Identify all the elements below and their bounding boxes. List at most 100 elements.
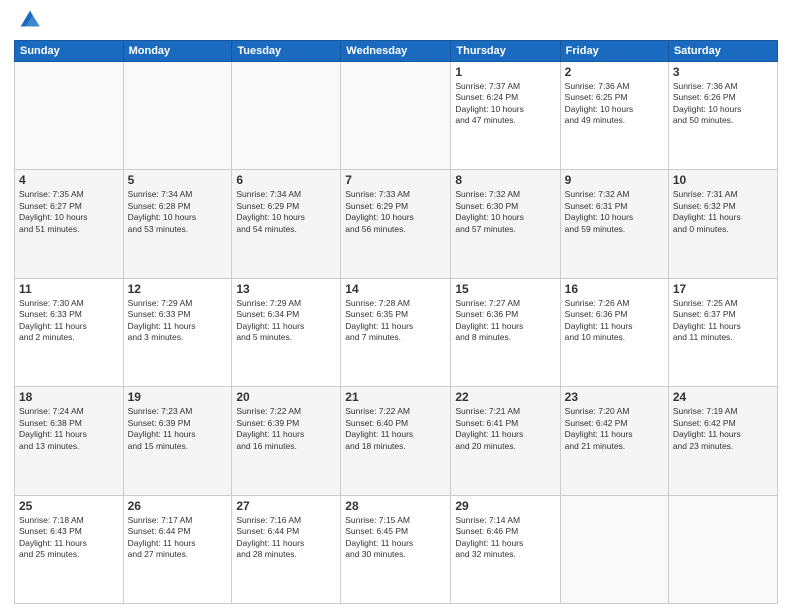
- weekday-header-wednesday: Wednesday: [341, 41, 451, 62]
- logo-area: [14, 10, 44, 34]
- week-row-1: 1Sunrise: 7:37 AM Sunset: 6:24 PM Daylig…: [15, 62, 778, 170]
- day-number: 20: [236, 390, 336, 404]
- calendar-cell: 29 Sunrise: 7:14 AM Sunset: 6:46 PM Dayli…: [451, 495, 560, 603]
- day-number: 14: [345, 282, 446, 296]
- weekday-header-monday: Monday: [123, 41, 232, 62]
- day-number: 2: [565, 65, 664, 79]
- calendar-cell: 2 Sunrise: 7:36 AM Sunset: 6:25 PM Daylig…: [560, 62, 668, 170]
- calendar-cell: 8 Sunrise: 7:32 AM Sunset: 6:30 PM Daylig…: [451, 170, 560, 278]
- calendar-cell: 5 Sunrise: 7:34 AM Sunset: 6:28 PM Daylig…: [123, 170, 232, 278]
- day-info: Sunrise: 7:24 AM Sunset: 6:38 PM Dayligh…: [19, 406, 119, 452]
- day-number: 27: [236, 499, 336, 513]
- week-row-5: 25 Sunrise: 7:18 AM Sunset: 6:43 PM Dayli…: [15, 495, 778, 603]
- day-info: Sunrise: 7:14 AM Sunset: 6:46 PM Dayligh…: [455, 515, 555, 561]
- day-info: Sunrise: 7:34 AM Sunset: 6:28 PM Dayligh…: [128, 189, 228, 235]
- calendar-cell: 4 Sunrise: 7:35 AM Sunset: 6:27 PM Daylig…: [15, 170, 124, 278]
- day-number: 17: [673, 282, 773, 296]
- calendar-cell: 6 Sunrise: 7:34 AM Sunset: 6:29 PM Daylig…: [232, 170, 341, 278]
- day-number: 6: [236, 173, 336, 187]
- day-info: Sunrise: 7:17 AM Sunset: 6:44 PM Dayligh…: [128, 515, 228, 561]
- day-info: Sunrise: 7:32 AM Sunset: 6:30 PM Dayligh…: [455, 189, 555, 235]
- day-info: Sunrise: 7:22 AM Sunset: 6:39 PM Dayligh…: [236, 406, 336, 452]
- weekday-header-friday: Friday: [560, 41, 668, 62]
- day-number: 9: [565, 173, 664, 187]
- day-info: Sunrise: 7:29 AM Sunset: 6:33 PM Dayligh…: [128, 298, 228, 344]
- day-number: 16: [565, 282, 664, 296]
- day-info: Sunrise: 7:30 AM Sunset: 6:33 PM Dayligh…: [19, 298, 119, 344]
- calendar-cell: 15 Sunrise: 7:27 AM Sunset: 6:36 PM Dayli…: [451, 278, 560, 386]
- calendar-cell: 25 Sunrise: 7:18 AM Sunset: 6:43 PM Dayli…: [15, 495, 124, 603]
- day-info: Sunrise: 7:36 AM Sunset: 6:26 PM Dayligh…: [673, 81, 773, 127]
- day-info: Sunrise: 7:27 AM Sunset: 6:36 PM Dayligh…: [455, 298, 555, 344]
- calendar-cell: [341, 62, 451, 170]
- calendar-cell: 7 Sunrise: 7:33 AM Sunset: 6:29 PM Daylig…: [341, 170, 451, 278]
- day-number: 24: [673, 390, 773, 404]
- calendar-cell: 18 Sunrise: 7:24 AM Sunset: 6:38 PM Dayli…: [15, 387, 124, 495]
- day-info: Sunrise: 7:32 AM Sunset: 6:31 PM Dayligh…: [565, 189, 664, 235]
- day-number: 25: [19, 499, 119, 513]
- header: [14, 10, 778, 34]
- day-info: Sunrise: 7:26 AM Sunset: 6:36 PM Dayligh…: [565, 298, 664, 344]
- logo-icon: [16, 6, 44, 34]
- day-number: 11: [19, 282, 119, 296]
- calendar-cell: 14 Sunrise: 7:28 AM Sunset: 6:35 PM Dayli…: [341, 278, 451, 386]
- day-info: Sunrise: 7:25 AM Sunset: 6:37 PM Dayligh…: [673, 298, 773, 344]
- day-number: 8: [455, 173, 555, 187]
- day-number: 18: [19, 390, 119, 404]
- calendar-cell: 12 Sunrise: 7:29 AM Sunset: 6:33 PM Dayli…: [123, 278, 232, 386]
- calendar-cell: 23Sunrise: 7:20 AM Sunset: 6:42 PM Dayli…: [560, 387, 668, 495]
- day-info: Sunrise: 7:18 AM Sunset: 6:43 PM Dayligh…: [19, 515, 119, 561]
- day-number: 4: [19, 173, 119, 187]
- day-info: Sunrise: 7:21 AM Sunset: 6:41 PM Dayligh…: [455, 406, 555, 452]
- week-row-3: 11 Sunrise: 7:30 AM Sunset: 6:33 PM Dayli…: [15, 278, 778, 386]
- day-number: 13: [236, 282, 336, 296]
- calendar-cell: 21 Sunrise: 7:22 AM Sunset: 6:40 PM Dayli…: [341, 387, 451, 495]
- day-info: Sunrise: 7:15 AM Sunset: 6:45 PM Dayligh…: [345, 515, 446, 561]
- day-number: 15: [455, 282, 555, 296]
- day-number: 21: [345, 390, 446, 404]
- weekday-header-row: SundayMondayTuesdayWednesdayThursdayFrid…: [15, 41, 778, 62]
- day-info: Sunrise: 7:36 AM Sunset: 6:25 PM Dayligh…: [565, 81, 664, 127]
- calendar-cell: 17 Sunrise: 7:25 AM Sunset: 6:37 PM Dayli…: [668, 278, 777, 386]
- day-number: 29: [455, 499, 555, 513]
- week-row-4: 18 Sunrise: 7:24 AM Sunset: 6:38 PM Dayli…: [15, 387, 778, 495]
- day-number: 3: [673, 65, 773, 79]
- day-info: Sunrise: 7:35 AM Sunset: 6:27 PM Dayligh…: [19, 189, 119, 235]
- day-number: 7: [345, 173, 446, 187]
- day-number: 28: [345, 499, 446, 513]
- day-number: 5: [128, 173, 228, 187]
- calendar-cell: 13 Sunrise: 7:29 AM Sunset: 6:34 PM Dayli…: [232, 278, 341, 386]
- day-info: Sunrise: 7:22 AM Sunset: 6:40 PM Dayligh…: [345, 406, 446, 452]
- calendar-cell: 19Sunrise: 7:23 AM Sunset: 6:39 PM Dayli…: [123, 387, 232, 495]
- calendar-cell: 24Sunrise: 7:19 AM Sunset: 6:42 PM Dayli…: [668, 387, 777, 495]
- calendar-cell: [123, 62, 232, 170]
- day-number: 19: [128, 390, 228, 404]
- day-info: Sunrise: 7:29 AM Sunset: 6:34 PM Dayligh…: [236, 298, 336, 344]
- day-info: Sunrise: 7:33 AM Sunset: 6:29 PM Dayligh…: [345, 189, 446, 235]
- weekday-header-tuesday: Tuesday: [232, 41, 341, 62]
- calendar-cell: 28 Sunrise: 7:15 AM Sunset: 6:45 PM Dayli…: [341, 495, 451, 603]
- calendar-cell: 10Sunrise: 7:31 AM Sunset: 6:32 PM Dayli…: [668, 170, 777, 278]
- day-number: 26: [128, 499, 228, 513]
- weekday-header-sunday: Sunday: [15, 41, 124, 62]
- calendar-cell: [668, 495, 777, 603]
- calendar-cell: [15, 62, 124, 170]
- day-number: 23: [565, 390, 664, 404]
- day-info: Sunrise: 7:37 AM Sunset: 6:24 PM Dayligh…: [455, 81, 555, 127]
- day-number: 12: [128, 282, 228, 296]
- calendar-cell: 26 Sunrise: 7:17 AM Sunset: 6:44 PM Dayli…: [123, 495, 232, 603]
- calendar-page: SundayMondayTuesdayWednesdayThursdayFrid…: [0, 0, 792, 612]
- calendar-cell: 16 Sunrise: 7:26 AM Sunset: 6:36 PM Dayli…: [560, 278, 668, 386]
- day-number: 10: [673, 173, 773, 187]
- weekday-header-thursday: Thursday: [451, 41, 560, 62]
- calendar-cell: 11 Sunrise: 7:30 AM Sunset: 6:33 PM Dayli…: [15, 278, 124, 386]
- weekday-header-saturday: Saturday: [668, 41, 777, 62]
- week-row-2: 4 Sunrise: 7:35 AM Sunset: 6:27 PM Daylig…: [15, 170, 778, 278]
- calendar-cell: 27Sunrise: 7:16 AM Sunset: 6:44 PM Dayli…: [232, 495, 341, 603]
- calendar-cell: 20 Sunrise: 7:22 AM Sunset: 6:39 PM Dayli…: [232, 387, 341, 495]
- calendar-cell: 3 Sunrise: 7:36 AM Sunset: 6:26 PM Daylig…: [668, 62, 777, 170]
- logo-text: [14, 10, 44, 34]
- day-info: Sunrise: 7:28 AM Sunset: 6:35 PM Dayligh…: [345, 298, 446, 344]
- calendar-cell: 22Sunrise: 7:21 AM Sunset: 6:41 PM Dayli…: [451, 387, 560, 495]
- day-info: Sunrise: 7:34 AM Sunset: 6:29 PM Dayligh…: [236, 189, 336, 235]
